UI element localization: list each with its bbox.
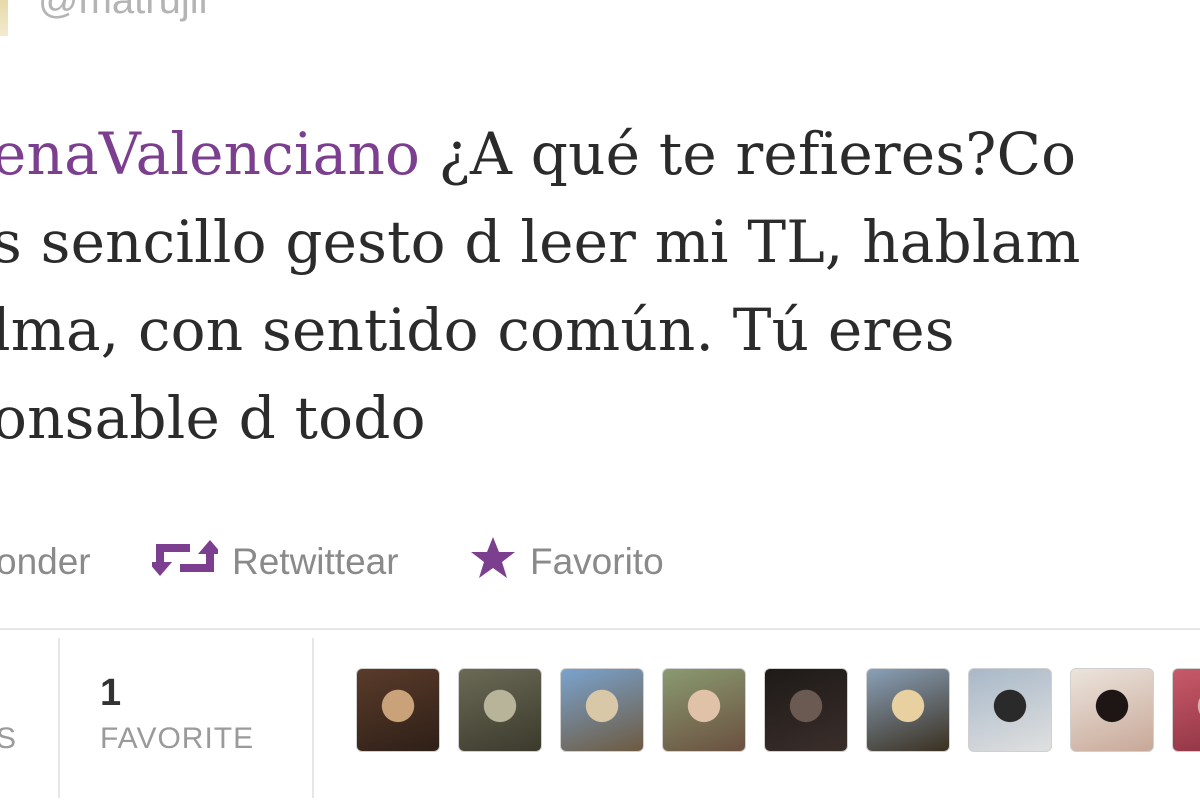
favoriter-avatar[interactable] <box>356 668 440 752</box>
favorite-button[interactable]: Favorito <box>470 532 664 592</box>
favorites-label[interactable]: FAVORITE <box>100 722 254 756</box>
reply-button[interactable]: onder <box>0 532 91 592</box>
favoriter-avatar[interactable] <box>866 668 950 752</box>
tweet-line: s sencillo gesto d leer mi TL, hablam <box>0 198 1200 286</box>
reply-label: onder <box>0 541 91 582</box>
retweet-icon <box>148 538 222 587</box>
favoriter-avatar[interactable] <box>968 668 1052 752</box>
retweet-button[interactable]: Retwittear <box>148 532 399 592</box>
tweet-text: enaValenciano ¿A qué te refieres?Co s se… <box>0 110 1200 462</box>
tweet-line-text: lma, con sentido común. Tú eres <box>0 296 955 364</box>
tweet-line: lma, con sentido común. Tú eres <box>0 286 1200 374</box>
star-icon <box>470 536 516 589</box>
favorite-label: Favorito <box>530 541 664 582</box>
favorites-count[interactable]: 1 <box>100 672 121 715</box>
favoriter-avatar[interactable] <box>764 668 848 752</box>
favoriter-avatar[interactable] <box>1070 668 1154 752</box>
favoriter-avatar[interactable] <box>662 668 746 752</box>
tweet-line-text: s sencillo gesto d leer mi TL, hablam <box>0 208 1081 276</box>
stat-separator <box>58 638 60 798</box>
tweet-line-text: onsable d todo <box>0 384 426 452</box>
tweet-line-text: ¿A qué te refieres?Co <box>420 120 1077 188</box>
stat-separator <box>312 638 314 798</box>
tweet-line: enaValenciano ¿A qué te refieres?Co <box>0 110 1200 198</box>
tweet-actions: onder Retwittear Favorito <box>0 532 1200 592</box>
author-handle[interactable]: @matrujil <box>38 0 208 23</box>
tweet-line: onsable d todo <box>0 374 1200 462</box>
favoriter-avatar[interactable] <box>458 668 542 752</box>
author-avatar[interactable] <box>0 0 8 36</box>
favoriter-avatar[interactable] <box>560 668 644 752</box>
favoriter-avatar[interactable] <box>1172 668 1200 752</box>
retweet-label: Retwittear <box>232 541 399 582</box>
retweets-label[interactable]: S <box>0 722 17 756</box>
mention-link[interactable]: enaValenciano <box>0 120 420 188</box>
